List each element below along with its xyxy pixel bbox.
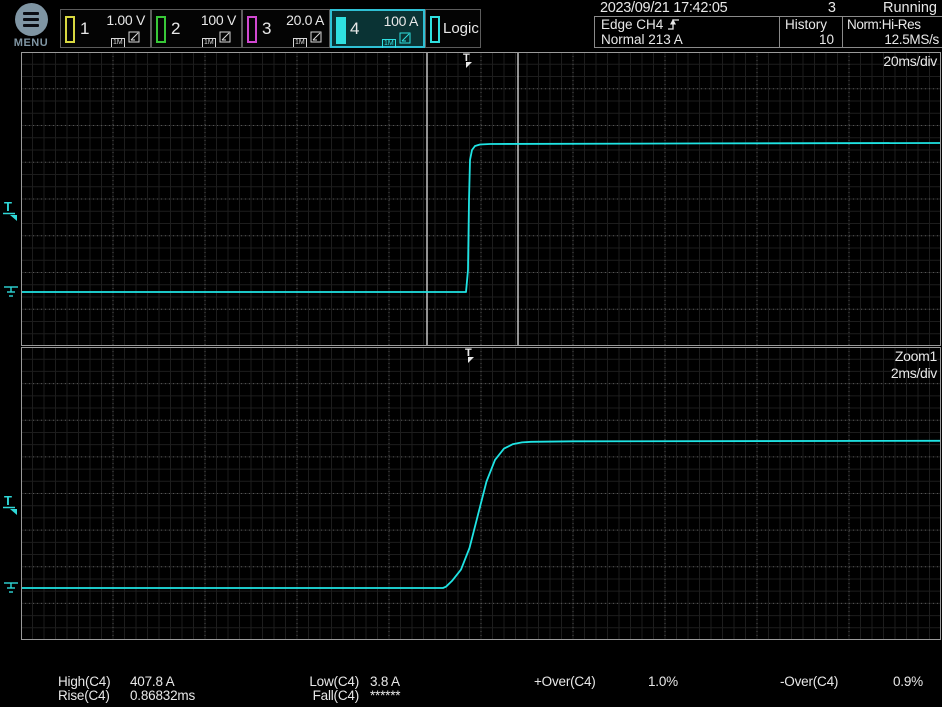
run-status: Running [883, 0, 937, 16]
measurement-value: 1.0% [648, 675, 678, 689]
rising-edge-icon [667, 18, 680, 31]
zoom-graticule [21, 347, 941, 640]
channel-scale-value: 1.00 V [106, 12, 145, 28]
menu-button[interactable]: MENU [11, 3, 51, 49]
acquisition-panel[interactable]: Norm:Hi-Res 12.5MS/s [842, 17, 942, 47]
measurement-label: Low(C4) [283, 675, 359, 689]
svg-text:T: T [4, 200, 12, 214]
impedance-icon: 1M [111, 31, 125, 49]
channel-scale-value: 20.0 A [286, 12, 324, 28]
channel-number: 2 [171, 19, 180, 39]
measurement-value: 3.8 A [370, 675, 400, 689]
measurement-value: ****** [370, 689, 400, 703]
main-timebase-label: 20ms/div [883, 53, 937, 69]
acquisition-mode: Norm:Hi-Res [847, 17, 921, 32]
trigger-position-marker-main[interactable]: T [461, 52, 479, 74]
measurement-label: +Over(C4) [534, 675, 596, 689]
probe-icon [310, 31, 323, 44]
zoom-timebase-label: 2ms/div [891, 365, 937, 381]
main-graticule [21, 52, 941, 346]
probe-icon [128, 31, 141, 44]
history-panel[interactable]: History 10 [779, 17, 842, 47]
measurement-label: Rise(C4) [58, 689, 110, 703]
svg-text:T: T [4, 494, 12, 508]
hamburger-icon [15, 3, 48, 36]
measurement-value: 0.9% [893, 675, 923, 689]
datetime: 2023/09/21 17:42:05 [600, 0, 727, 16]
measurement-label: High(C4) [58, 675, 110, 689]
channel-4-color-bracket-icon [336, 17, 346, 44]
channel-3-button[interactable]: 3 20.0 A 1M [242, 9, 330, 48]
channel-number: 3 [262, 19, 271, 39]
channel-bar: 1 1.00 V 1M 2 100 V 1M 3 20.0 A 1M [60, 9, 481, 48]
oscilloscope-screen: MENU 1 1.00 V 1M 2 100 V 1M 3 20.0 A [0, 0, 942, 707]
trigger-level-marker-main[interactable]: T [2, 200, 20, 222]
channel-1-color-bracket-icon [65, 16, 75, 43]
ground-level-marker-zoom [3, 580, 21, 602]
sample-rate: 12.5MS/s [884, 32, 939, 47]
history-label: History [785, 17, 827, 32]
logic-button[interactable]: Logic [425, 9, 481, 48]
channel-1-button[interactable]: 1 1.00 V 1M [60, 9, 151, 48]
trigger-settings-cell[interactable]: Edge CH4 Normal 213 A [595, 17, 779, 47]
probe-icon [219, 31, 232, 44]
trigger-position-marker-zoom[interactable]: T [463, 347, 481, 369]
channel-number: 4 [350, 19, 359, 39]
measurement-value: 0.86832ms [130, 689, 195, 703]
ground-level-marker-main [3, 284, 21, 306]
probe-icon [399, 32, 412, 45]
acquisition-count: 3 [790, 0, 836, 16]
menu-label: MENU [11, 37, 51, 49]
main-waveform-area[interactable]: 20ms/div [21, 52, 941, 346]
measurement-value: 407.8 A [130, 675, 174, 689]
channel-2-button[interactable]: 2 100 V 1M [151, 9, 242, 48]
channel-setting-icons: 1M [382, 32, 412, 50]
channel-scale-value: 100 V [201, 12, 236, 28]
channel-setting-icons: 1M [202, 31, 232, 49]
trigger-level-marker-zoom[interactable]: T [2, 494, 20, 516]
channel-4-button-selected[interactable]: 4 100 A 1M [330, 9, 425, 48]
channel-2-color-bracket-icon [156, 16, 166, 43]
impedance-icon: 1M [382, 32, 396, 50]
logic-label: Logic [443, 20, 479, 37]
logic-color-bracket-icon [430, 16, 440, 43]
channel-setting-icons: 1M [111, 31, 141, 49]
channel-setting-icons: 1M [293, 31, 323, 49]
channel-number: 1 [80, 19, 89, 39]
impedance-icon: 1M [293, 31, 307, 49]
trigger-mode-level: Normal 213 A [601, 32, 683, 47]
impedance-icon: 1M [202, 31, 216, 49]
zoom-waveform-area[interactable]: Zoom1 2ms/div [21, 347, 941, 640]
measurement-label: -Over(C4) [780, 675, 838, 689]
history-value: 10 [819, 32, 834, 47]
measurement-label: Fall(C4) [283, 689, 359, 703]
trigger-type: Edge CH4 [601, 17, 663, 32]
trigger-info-panel[interactable]: Edge CH4 Normal 213 A History 10 Norm:Hi… [594, 16, 942, 48]
channel-scale-value: 100 A [384, 13, 418, 29]
zoom-window-label: Zoom1 [895, 348, 937, 364]
channel-3-color-bracket-icon [247, 16, 257, 43]
